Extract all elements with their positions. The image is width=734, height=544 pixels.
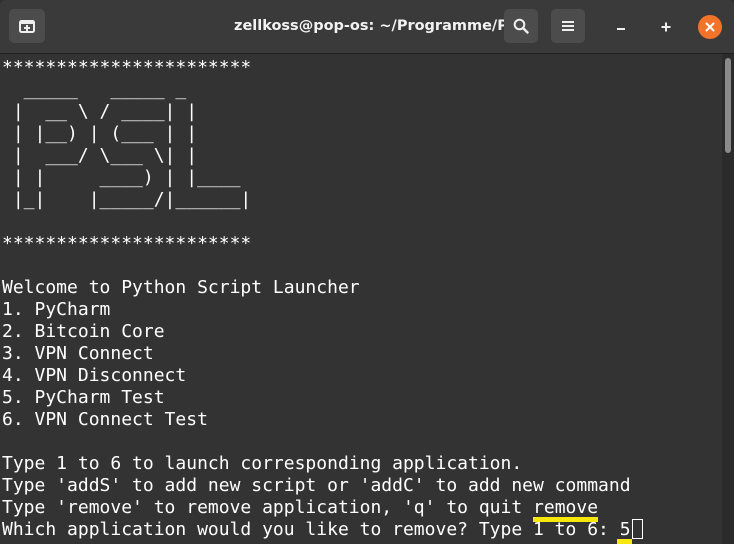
title-bar[interactable]: zellkoss@pop-os: ~/Programme/PSL	[0, 0, 734, 54]
terminal-line: _____ _____ _	[2, 79, 187, 100]
terminal-line: Welcome to Python Script Launcher	[2, 277, 360, 298]
terminal-line: ***********************	[2, 57, 252, 78]
remove-line-prefix: Type 'remove' to remove application, 'q'…	[2, 497, 534, 518]
prompt-text: Which application would you like to remo…	[2, 519, 620, 540]
close-icon	[705, 22, 715, 32]
terminal-line: Type 'addS' to add new script or 'addC' …	[2, 475, 631, 496]
search-button[interactable]	[504, 9, 538, 43]
close-button[interactable]	[698, 15, 722, 39]
typed-remove-text: remove	[533, 497, 599, 518]
terminal-line: | | ____) | |____	[2, 167, 241, 188]
terminal-line: 4. VPN Disconnect	[2, 365, 187, 386]
search-icon	[513, 18, 529, 34]
terminal-line: | ___/ \___ \| |	[2, 145, 198, 166]
minimize-icon	[617, 28, 625, 30]
scrollbar-thumb[interactable]	[725, 58, 731, 153]
terminal-line: 5. PyCharm Test	[2, 387, 165, 408]
terminal-line: |_| |_____/|______|	[2, 189, 252, 210]
terminal-line: ***********************	[2, 233, 252, 254]
terminal-prompt-line[interactable]: Which application would you like to remo…	[2, 519, 643, 544]
text-cursor	[631, 519, 643, 539]
prompt-input[interactable]: 5	[616, 519, 632, 544]
typed-remove-command: remove	[533, 497, 599, 522]
scrollbar[interactable]	[722, 54, 734, 544]
prompt-input-value: 5	[619, 519, 631, 540]
new-tab-button[interactable]	[9, 9, 45, 43]
maximize-button[interactable]	[655, 16, 677, 38]
terminal-line: 6. VPN Connect Test	[2, 409, 208, 430]
terminal-line: 3. VPN Connect	[2, 343, 154, 364]
terminal-line: | __ \ / ____| |	[2, 101, 198, 122]
terminal-line-remove: Type 'remove' to remove application, 'q'…	[2, 497, 599, 522]
new-tab-icon	[19, 20, 35, 33]
hamburger-menu-icon	[562, 21, 574, 31]
terminal-line: Type 1 to 6 to launch corresponding appl…	[2, 453, 523, 474]
menu-button[interactable]	[551, 9, 585, 43]
terminal-line: | |__) | (___ | |	[2, 123, 198, 144]
highlight-underline	[616, 539, 632, 544]
minimize-button[interactable]	[610, 16, 632, 38]
terminal-line: 1. PyCharm	[2, 299, 111, 320]
terminal-line: 2. Bitcoin Core	[2, 321, 165, 342]
terminal-window: zellkoss@pop-os: ~/Programme/PSL *******…	[0, 0, 734, 544]
terminal-output[interactable]: *********************** _____ _____ _ | …	[0, 54, 722, 544]
maximize-icon	[661, 22, 671, 32]
